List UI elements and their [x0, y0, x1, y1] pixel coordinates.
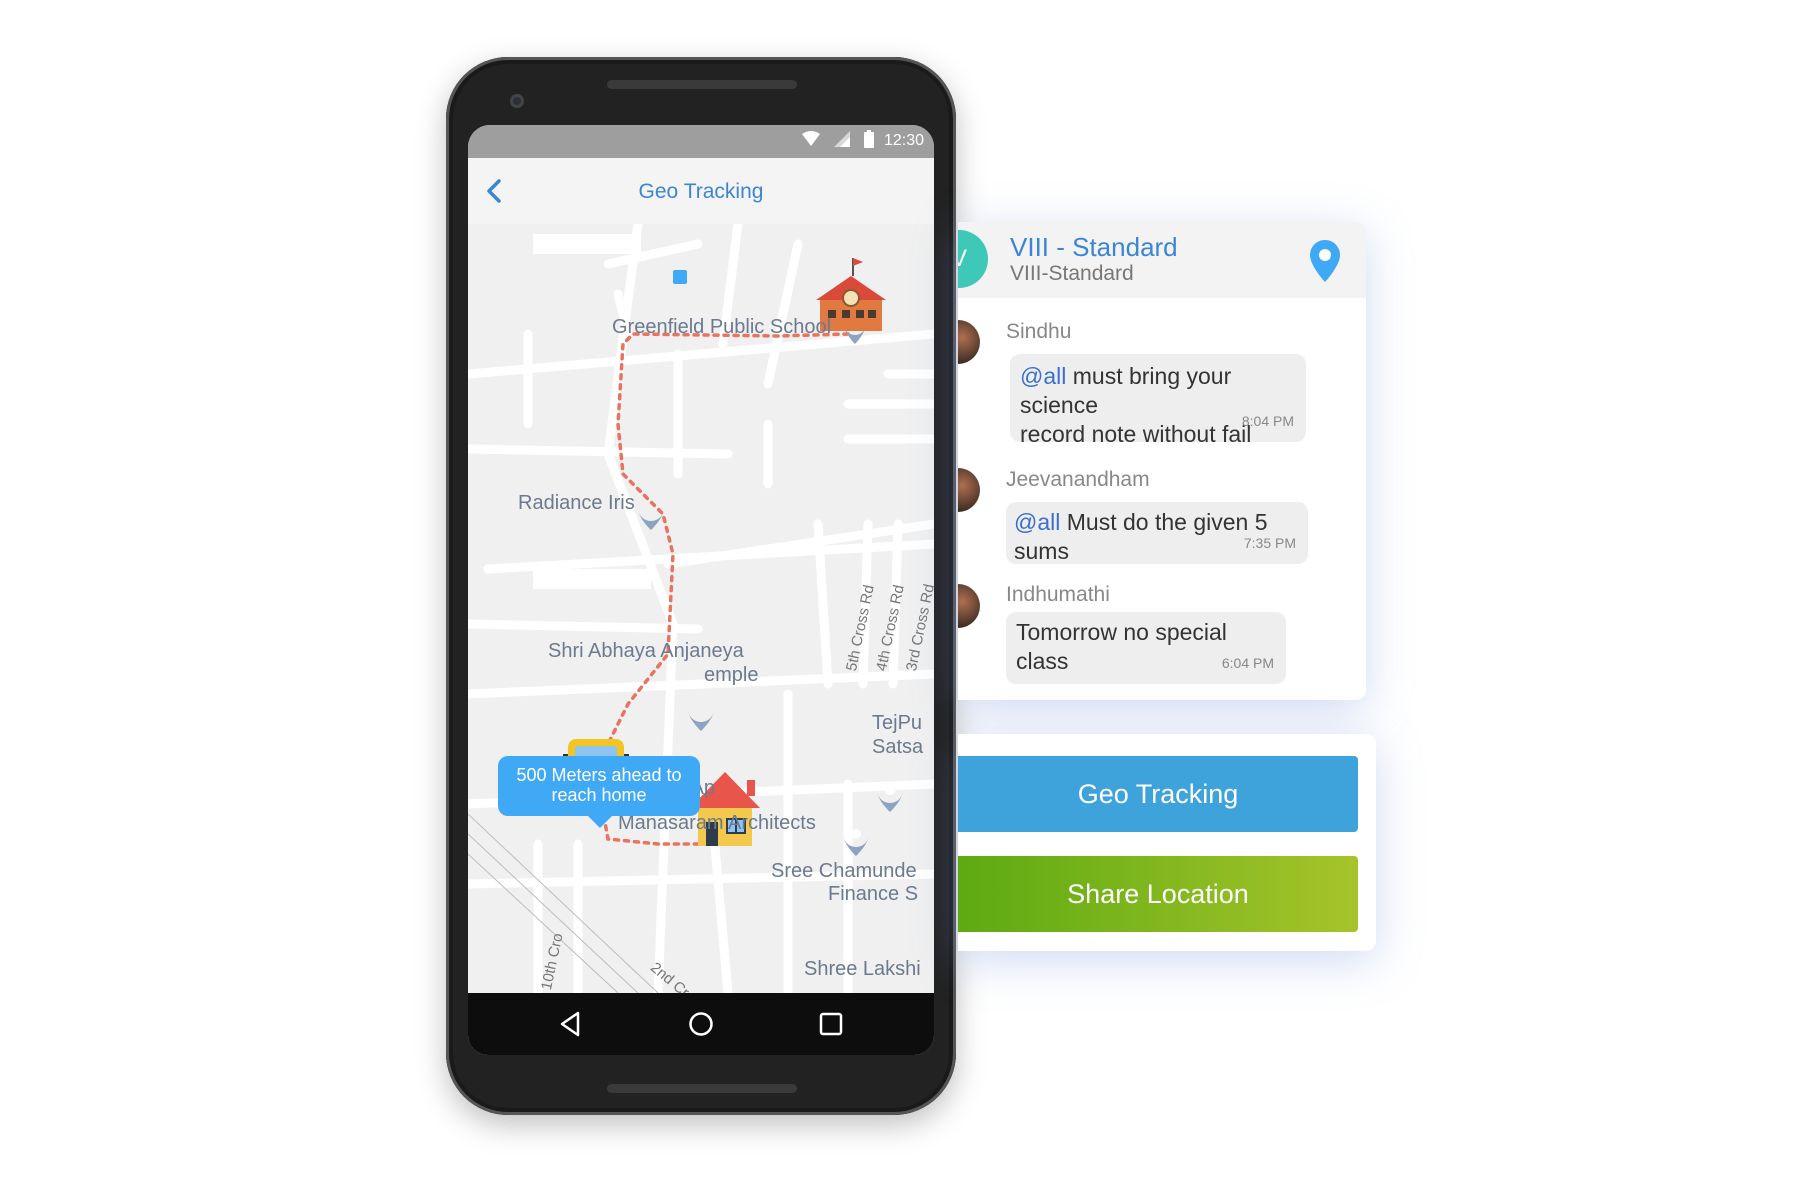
- bottom-speaker: [607, 1084, 797, 1093]
- earpiece-speaker: [607, 80, 797, 89]
- share-location-button[interactable]: Share Location: [958, 856, 1358, 932]
- map-view[interactable]: Greenfield Public School Radiance Iris S…: [468, 224, 934, 1001]
- geo-tracking-button[interactable]: Geo Tracking: [958, 756, 1358, 832]
- chat-header[interactable]: V VIII - Standard VIII-Standard: [958, 222, 1366, 298]
- location-pin-icon[interactable]: [1310, 240, 1340, 282]
- message-sender: Indhumathi: [1006, 583, 1110, 606]
- message-time: 8:04 PM: [1241, 413, 1294, 429]
- group-avatar: V: [958, 230, 988, 288]
- message-text: Tomorrow no special class: [1016, 619, 1227, 674]
- nav-back-icon[interactable]: [556, 1009, 586, 1039]
- phone-frame: 12:30 Geo Tracking Greenfield Public Sch…: [446, 57, 956, 1115]
- map-label-school: Greenfield Public School: [612, 316, 832, 338]
- avatar: [958, 468, 980, 512]
- status-bar: 12:30: [468, 125, 934, 158]
- map-label-chamunde-2: Finance S: [828, 883, 919, 905]
- message-time: 7:35 PM: [1243, 535, 1296, 551]
- map-label-chamunde-1: Sree Chamunde: [771, 860, 917, 882]
- temple-pin-icon: [688, 709, 714, 731]
- message-sender: Jeevanandham: [1006, 468, 1150, 491]
- message-bubble: Tomorrow no special class 6:04 PM: [1006, 612, 1286, 684]
- message-bubble: @all must bring your science record note…: [1010, 354, 1306, 447]
- map-label-lakshmi: Shree Lakshi: [804, 958, 921, 980]
- nav-recents-icon[interactable]: [816, 1009, 846, 1039]
- eta-tooltip-line-1: 500 Meters ahead to: [516, 765, 682, 785]
- mention-tag: @all: [1014, 509, 1061, 535]
- page-title: Geo Tracking: [638, 180, 764, 203]
- map-label-radiance: Radiance Iris: [518, 492, 635, 514]
- group-subtitle: VIII-Standard: [1010, 262, 1134, 285]
- status-icons: [802, 130, 874, 148]
- avatar: [958, 584, 980, 628]
- app-bar: Geo Tracking: [468, 158, 934, 225]
- chat-card: V VIII - Standard VIII-Standard Sindhu @…: [958, 222, 1366, 700]
- eta-tooltip: 500 Meters ahead to reach home: [498, 756, 700, 828]
- transit-icon: [673, 270, 687, 284]
- message-time: 6:04 PM: [1221, 655, 1274, 671]
- group-name: VIII - Standard: [1010, 232, 1178, 262]
- mention-tag: @all: [1020, 363, 1067, 389]
- battery-icon: [864, 130, 874, 148]
- map-label-tejpur-2: Satsa: [872, 736, 924, 758]
- eta-tooltip-line-2: reach home: [551, 785, 647, 805]
- map-label-temple-1: Shri Abhaya Anjaneya: [548, 640, 744, 662]
- avatar: [958, 320, 980, 364]
- wifi-icon: [802, 131, 820, 146]
- signal-icon: [834, 131, 850, 147]
- action-card: Geo Tracking Share Location: [958, 734, 1376, 951]
- front-camera: [510, 94, 524, 108]
- status-time: 12:30: [883, 132, 924, 149]
- message-sender: Sindhu: [1006, 320, 1072, 343]
- map-label-temple-2: emple: [704, 664, 759, 686]
- phone-screen: 12:30 Geo Tracking Greenfield Public Sch…: [468, 125, 934, 1055]
- nav-home-icon[interactable]: [686, 1009, 716, 1039]
- android-nav-bar: [468, 993, 934, 1055]
- message-bubble: @all Must do the given 5 sums 7:35 PM: [1006, 502, 1308, 564]
- map-label-tejpur-1: TejPu: [872, 712, 923, 734]
